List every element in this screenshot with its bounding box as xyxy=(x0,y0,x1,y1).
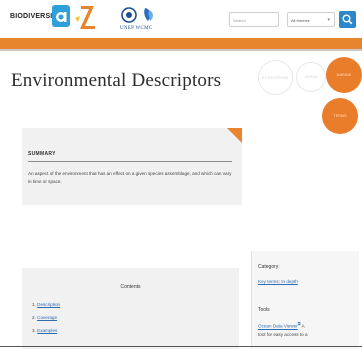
theme-select-value: All themes xyxy=(291,18,310,23)
toc-link-examples[interactable]: Examples xyxy=(37,328,57,333)
ocean-data-viewer-link[interactable]: Ocean Data Viewer xyxy=(258,324,298,329)
tool-text-1: A xyxy=(300,323,305,329)
summary-text: An aspect of the environment that has an… xyxy=(28,171,232,184)
site-header: BIODIVERSITY UNEP WCMC Search All themes… xyxy=(0,0,362,38)
search-icon xyxy=(342,14,353,25)
circle-terms[interactable]: TERMS xyxy=(322,98,358,134)
bottom-divider xyxy=(0,346,362,347)
circle-ecosystems[interactable]: ECOSYSTEMS xyxy=(258,60,293,95)
summary-box: SUMMARY An aspect of the environment tha… xyxy=(22,128,242,205)
toc-list: 1. Description 2. Coverage 3. Examples xyxy=(32,298,60,337)
summary-heading: SUMMARY xyxy=(28,151,56,157)
divider xyxy=(28,161,232,162)
category-label: Category: xyxy=(258,264,280,270)
toc-item-number: 1. xyxy=(32,302,36,307)
contents-heading: Contents xyxy=(120,284,141,290)
toc-item-number: 2. xyxy=(32,315,36,320)
biodiversity-a-logo-icon[interactable] xyxy=(52,5,70,27)
tool-entry: Ocean Data Viewer⧉ A xyxy=(258,321,305,329)
search-input[interactable]: Search xyxy=(229,12,279,27)
orange-nav-band xyxy=(0,38,362,51)
toc-item: 2. Coverage xyxy=(32,311,60,324)
corner-triangle-icon xyxy=(227,128,242,143)
toc-link-coverage[interactable]: Coverage xyxy=(37,315,57,320)
toc-item: 3. Examples xyxy=(32,324,60,337)
toc-item: 1. Description xyxy=(32,298,60,311)
partner-label: UNEP WCMC xyxy=(120,26,153,31)
tools-label: Tools xyxy=(258,307,270,313)
page-title: Environmental Descriptors xyxy=(11,70,222,91)
search-button[interactable] xyxy=(339,11,356,28)
theme-select[interactable]: All themes ▾ xyxy=(287,12,335,27)
chevron-down-icon: ▾ xyxy=(327,17,330,23)
circle-areas[interactable]: AREAS xyxy=(296,62,326,92)
tool-description: tool for easy access to a xyxy=(258,332,308,337)
biodiversity-z-logo-icon[interactable] xyxy=(74,4,96,30)
toc-link-description[interactable]: Description xyxy=(37,302,60,307)
toc-item-number: 3. xyxy=(32,328,36,333)
category-link[interactable]: Key terms: In depth xyxy=(258,279,298,284)
table-of-contents: Contents 1. Description 2. Coverage 3. E… xyxy=(22,268,239,349)
sidebar: Category: Key terms: In depth Tools Ocea… xyxy=(251,251,359,349)
circle-marine[interactable]: MARINE xyxy=(326,57,362,93)
